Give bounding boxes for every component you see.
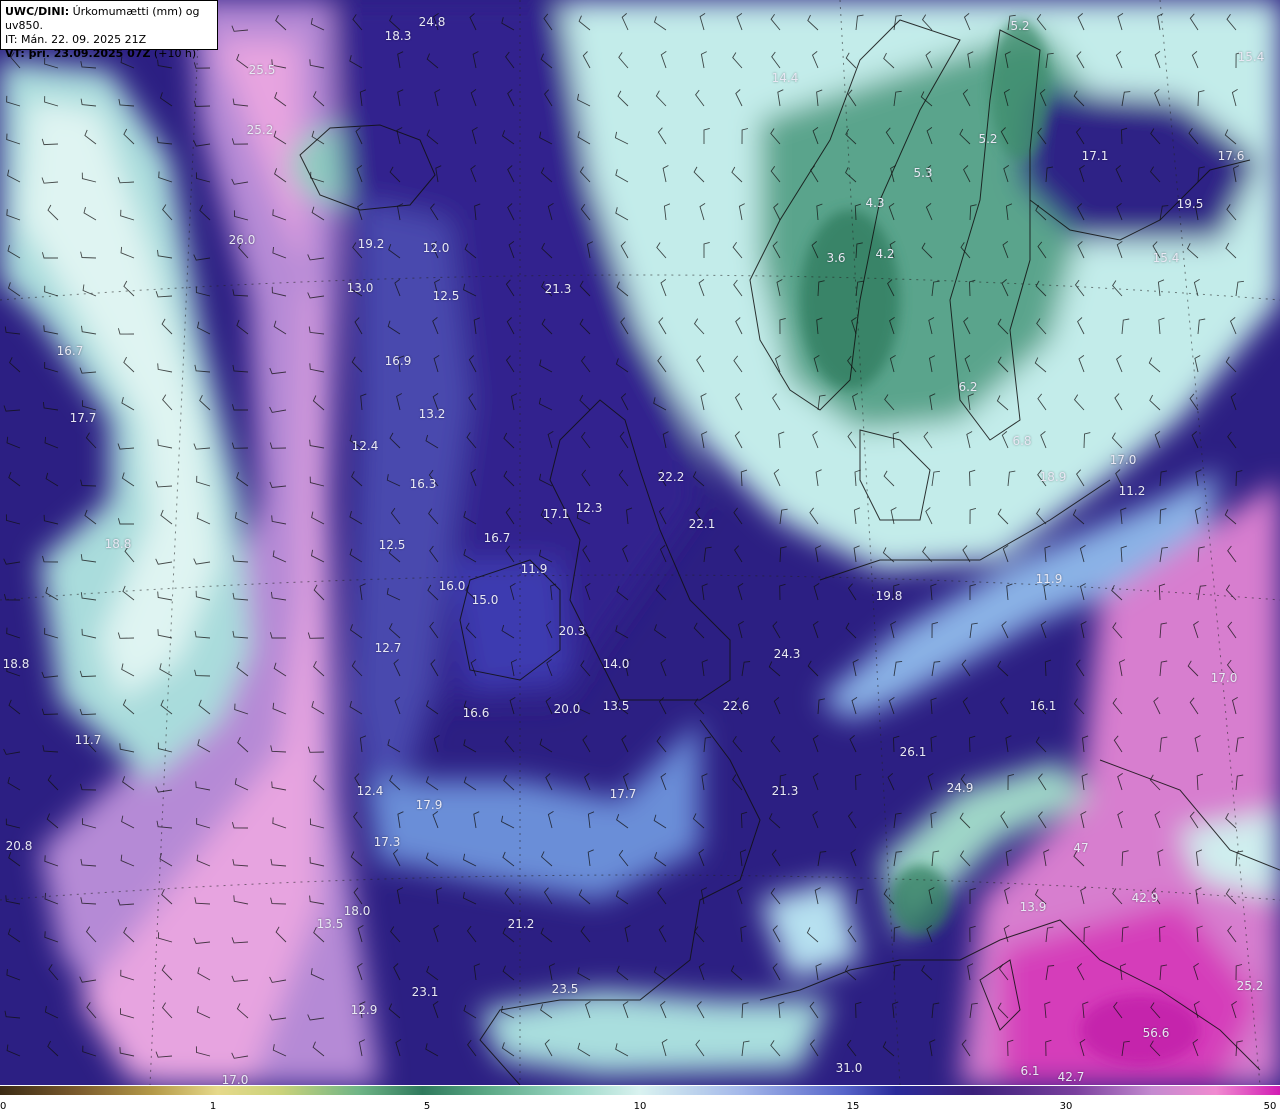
precipitable-water-value: 20.0 [553, 702, 581, 716]
precipitable-water-value: 4.3 [865, 196, 885, 210]
precipitable-water-value: 15.4 [1152, 251, 1180, 265]
precipitable-water-value: 14.0 [602, 657, 630, 671]
precipitable-water-value: 12.5 [378, 538, 406, 552]
precipitable-water-value: 26.1 [899, 745, 927, 759]
precipitable-water-value: 18.8 [104, 537, 132, 551]
colorbar-tick-label: 1 [209, 1101, 217, 1112]
precipitable-water-value: 18.0 [343, 904, 371, 918]
precipitable-water-value: 21.2 [507, 917, 535, 931]
precipitable-water-value: 5.2 [978, 132, 998, 146]
precipitable-water-value: 24.9 [946, 781, 974, 795]
precipitable-water-value: 16.7 [56, 344, 84, 358]
precipitable-water-value: 6.8 [1012, 434, 1032, 448]
precipitable-water-value: 15.0 [471, 593, 499, 607]
precipitable-water-value: 18.9 [1039, 470, 1067, 484]
precipitable-water-value: 13.5 [602, 699, 630, 713]
precipitable-water-value: 6.1 [1020, 1064, 1040, 1078]
precipitable-water-value: 15.4 [1237, 50, 1265, 64]
precipitable-water-map: 24.8 18.3 25.5 25.2 26.0 19.2 12.0 13.0 12.5 21.3… [0, 0, 1280, 1085]
precipitable-water-value: 17.3 [373, 835, 401, 849]
precipitable-water-value: 5.3 [913, 166, 933, 180]
precipitable-water-value: 31.0 [835, 1061, 863, 1075]
precipitable-water-value: 12.3 [575, 501, 603, 515]
precipitable-water-value: 25.5 [248, 63, 276, 77]
precipitable-water-value: 11.9 [1035, 572, 1063, 586]
precipitable-water-value: 25.2 [1236, 979, 1264, 993]
precipitable-water-value: 25.2 [246, 123, 274, 137]
precipitable-water-value: 11.9 [520, 562, 548, 576]
colorbar-tick-label: 5 [423, 1101, 431, 1112]
precipitable-water-value: 23.1 [411, 985, 439, 999]
precipitable-water-value: 21.3 [771, 784, 799, 798]
precipitable-water-value: 42.7 [1057, 1070, 1085, 1084]
precipitable-water-value: 24.3 [773, 647, 801, 661]
precipitable-water-value: 17.6 [1217, 149, 1245, 163]
colorbar-tick-label: 50 [1263, 1101, 1277, 1112]
precipitable-water-value: 16.6 [462, 706, 490, 720]
precipitable-water-value: 20.8 [5, 839, 33, 853]
precipitable-water-value: 13.0 [346, 281, 374, 295]
precipitable-water-value: 18.8 [2, 657, 30, 671]
precipitable-water-value: 23.5 [551, 982, 579, 996]
model-name: UWC/DINI [5, 5, 65, 18]
precipitable-water-value: 19.5 [1176, 197, 1204, 211]
precipitable-water-value: 13.5 [316, 917, 344, 931]
precipitable-water-value: 17.7 [69, 411, 97, 425]
precipitable-water-value: 47 [1073, 841, 1089, 855]
precipitable-water-value: 12.9 [350, 1003, 378, 1017]
precipitable-water-value: 24.8 [418, 15, 446, 29]
colorbar-tick-label: 15 [846, 1101, 860, 1112]
precipitable-water-value: 17.0 [221, 1073, 249, 1085]
colorbar-tick-label: 30 [1059, 1101, 1073, 1112]
precipitable-water-value: 19.8 [875, 589, 903, 603]
initial-time: IT: Mán. 22. 09. 2025 21Z [5, 33, 147, 46]
precipitable-water-value: 17.1 [542, 507, 570, 521]
precipitable-water-value: 6.2 [958, 380, 978, 394]
precipitable-water-value: 22.1 [688, 517, 716, 531]
precipitable-water-value: 17.1 [1081, 149, 1109, 163]
precipitable-water-value: 19.2 [357, 237, 385, 251]
precipitable-water-value: 3.6 [826, 251, 846, 265]
precipitable-water-value: 5.2 [1010, 19, 1030, 33]
precipitable-water-value: 22.6 [722, 699, 750, 713]
precipitable-water-value: 17.0 [1109, 453, 1137, 467]
precipitable-water-value: 14.4 [771, 71, 799, 85]
precipitable-water-value: 16.3 [409, 477, 437, 491]
precipitable-water-value: 18.3 [384, 29, 412, 43]
precipitable-water-value: 11.2 [1118, 484, 1146, 498]
precipitable-water-value: 17.9 [415, 798, 443, 812]
precipitable-water-value: 16.9 [384, 354, 412, 368]
valid-time: VT: þri. 23.09.2025 07Z [5, 47, 151, 60]
precipitable-water-value: 12.4 [356, 784, 384, 798]
precipitable-water-value: 16.1 [1029, 699, 1057, 713]
precipitable-water-value: 13.2 [418, 407, 446, 421]
colorbar-tick-label: 0 [0, 1101, 7, 1112]
precipitable-water-value: 26.0 [228, 233, 256, 247]
colorbar-tick-label: 10 [633, 1101, 647, 1112]
precipitable-water-value: 22.2 [657, 470, 685, 484]
precipitable-water-value: 12.7 [374, 641, 402, 655]
map-title-box: UWC/DINI: Úrkomumætti (mm) og uv850. IT:… [0, 0, 218, 60]
precipitable-water-value: 21.3 [544, 282, 572, 296]
precipitable-water-value: 42.9 [1131, 891, 1159, 905]
precipitable-water-value: 11.7 [74, 733, 102, 747]
precipitable-water-value: 16.7 [483, 531, 511, 545]
precipitable-water-value: 12.0 [422, 241, 450, 255]
colorbar [0, 1086, 1280, 1095]
precipitable-water-value: 17.0 [1210, 671, 1238, 685]
precipitable-water-value: 12.5 [432, 289, 460, 303]
precipitable-water-value: 20.3 [558, 624, 586, 638]
precipitable-water-value: 4.2 [875, 247, 895, 261]
precipitable-water-value: 12.4 [351, 439, 379, 453]
precipitable-water-value: 16.0 [438, 579, 466, 593]
forecast-lead: (+10 h) [150, 47, 197, 60]
precipitable-water-value: 13.9 [1019, 900, 1047, 914]
precipitable-water-value: 56.6 [1142, 1026, 1170, 1040]
precipitable-water-value: 17.7 [609, 787, 637, 801]
